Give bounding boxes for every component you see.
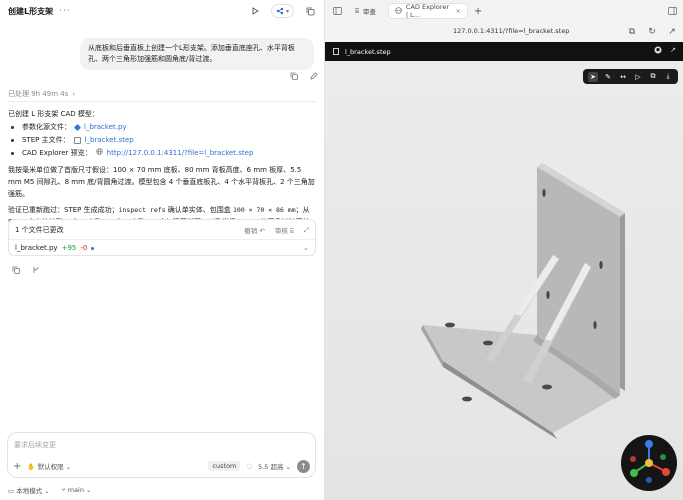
back-hole [599, 261, 603, 269]
hand-icon: ✋ [27, 463, 36, 471]
copy-icon[interactable]: ⧉ [648, 72, 658, 82]
lines-added: +95 [61, 244, 77, 252]
answer-intro: 已创建 L 形支架 CAD 模型： [8, 110, 99, 118]
browser-panel: ⌸ 审查 CAD Explorer | L... × + 127.0.0.1:4… [324, 0, 683, 500]
edit-message-icon[interactable] [308, 70, 320, 82]
thread-title: 创建L形支架 [8, 6, 54, 16]
new-tab-icon[interactable]: + [474, 6, 482, 17]
fork-icon[interactable] [30, 264, 42, 276]
globe-icon [96, 147, 103, 160]
composer[interactable]: 要求后续变更 + ✋ 默认权限 ⌄ custom ◌ 5.5 超高 ⌄ ↑ [7, 432, 316, 478]
reload-icon[interactable]: ↻ [646, 26, 658, 38]
address-bar: 127.0.0.1:4311/?file=l_bracket.step ⧉ ↻ … [325, 22, 683, 42]
branch-icon: ⑂ [61, 486, 66, 494]
file-icon [333, 48, 339, 55]
list-item: 参数化源文件： l_bracket.py [8, 121, 316, 134]
share-icon [276, 7, 284, 15]
changed-file-name: l_bracket.py [15, 244, 58, 252]
lines-removed: -0 [80, 244, 88, 252]
undo-button[interactable]: 撤销 ↶ [244, 225, 265, 235]
browser-tabs: ⌸ 审查 CAD Explorer | L... × + [325, 0, 683, 22]
open-external-icon[interactable]: ↗ [666, 26, 678, 38]
review-tab-icon: ⌸ [355, 6, 359, 15]
chevron-right-icon: › [72, 90, 76, 98]
python-file-icon [73, 123, 82, 132]
status-dot [91, 246, 95, 250]
menu-icon[interactable] [666, 5, 678, 17]
base-hole [542, 384, 552, 390]
copy-response-icon[interactable] [10, 264, 22, 276]
base-hole [483, 340, 493, 346]
cad-file-name: l_bracket.step [345, 47, 391, 56]
orientation-gizmo[interactable] [621, 435, 677, 491]
model-dropdown[interactable]: 5.5 超高 ⌄ [258, 461, 291, 471]
viewport-toolbar: ➤ ✎ ↔ ▷ ⧉ ⤓ [583, 69, 678, 84]
tab-review[interactable]: ⌸ 审查 [349, 3, 382, 19]
branch-dropdown[interactable]: ⑂ main ⌄ [62, 486, 92, 494]
close-tab-icon[interactable]: × [455, 7, 460, 15]
tab-cad-explorer[interactable]: CAD Explorer | L... × [387, 3, 468, 19]
files-changed-card: 1 个文件已更改 撤销 ↶ 审核 ⌸ ⤢ l_bracket.py +95 -0… [8, 219, 316, 256]
url-field[interactable]: 127.0.0.1:4311/?file=l_bracket.step [453, 27, 569, 35]
download-icon[interactable]: ⤓ [663, 72, 673, 82]
local-mode-dropdown[interactable]: ▭ 本地模式 ⌄ [8, 485, 50, 495]
link-step-file[interactable]: l_bracket.step [85, 134, 134, 147]
list-item: CAD Explorer 预览： http://127.0.0.1:4311/?… [8, 147, 316, 160]
files-changed-header: 1 个文件已更改 [15, 226, 64, 234]
changed-file-row[interactable]: l_bracket.py +95 -0 ⌄ [15, 243, 309, 253]
review-icon: ⌸ [289, 226, 294, 235]
base-hole [445, 322, 455, 328]
share-dropdown[interactable]: ▾ [270, 4, 294, 18]
screenshot-icon[interactable]: ⧉ [626, 26, 638, 38]
review-button[interactable]: 审核 ⌸ [275, 225, 294, 236]
play-icon[interactable] [249, 5, 261, 17]
axis-z-icon [645, 440, 653, 448]
back-hole [593, 321, 597, 329]
monitor-icon: ▭ [8, 487, 15, 495]
back-hole [542, 189, 546, 197]
copy-message-icon[interactable] [288, 70, 300, 82]
expand-icon[interactable]: ⤢ [304, 226, 309, 235]
axis-y-icon [630, 469, 638, 477]
back-hole [546, 291, 550, 299]
select-tool-icon[interactable]: ➤ [588, 71, 598, 82]
globe-icon [395, 6, 402, 16]
pen-tool-icon[interactable]: ✎ [603, 72, 613, 82]
cad-viewport[interactable]: ➤ ✎ ↔ ▷ ⧉ ⤓ [325, 61, 683, 500]
base-hole [462, 396, 472, 402]
custom-tag[interactable]: custom [208, 461, 241, 471]
github-icon[interactable] [654, 46, 662, 56]
user-message: 从底板和后垂直板上创建一个L形支架。添加垂直底座孔、水平背板孔、两个三角形加强筋… [80, 38, 314, 70]
gizmo-center-icon [645, 459, 653, 467]
cad-app-bar: l_bracket.step ↗ [325, 42, 683, 61]
attach-icon[interactable]: + [13, 461, 21, 472]
more-icon[interactable]: ··· [59, 6, 71, 16]
chat-header: 创建L形支架 ··· ▾ [0, 0, 324, 22]
chevron-down-icon[interactable]: ⌄ [303, 244, 309, 252]
external-link-icon[interactable]: ↗ [670, 46, 676, 56]
divider [8, 101, 316, 102]
composer-input[interactable]: 要求后续变更 [14, 440, 56, 450]
copy-icon[interactable] [304, 5, 316, 17]
measure-tool-icon[interactable]: ↔ [618, 72, 628, 82]
permission-dropdown[interactable]: ✋ 默认权限 ⌄ [27, 461, 71, 471]
loading-icon: ◌ [246, 462, 253, 470]
chat-panel: 创建L形支架 ··· ▾ 从底板和后垂直板上创建一个L形支架。添加垂直底座孔、水… [0, 0, 324, 500]
axis-x-icon [662, 468, 670, 476]
processed-status[interactable]: 已处理 9h 49m 4s › [8, 89, 75, 99]
play-icon[interactable]: ▷ [633, 72, 643, 82]
link-source-file[interactable]: l_bracket.py [84, 121, 127, 134]
link-cad-explorer[interactable]: http://127.0.0.1:4311/?file=l_bracket.st… [107, 147, 254, 160]
list-item: STEP 主文件： l_bracket.step [8, 134, 316, 147]
undo-icon: ↶ [259, 227, 265, 235]
send-button[interactable]: ↑ [297, 459, 310, 473]
answer-paragraph: 我按毫米单位做了首版尺寸假设：100 × 70 mm 底板、80 mm 背板高度… [8, 166, 315, 198]
file-icon [73, 137, 81, 144]
sidebar-toggle-icon[interactable] [331, 5, 343, 17]
